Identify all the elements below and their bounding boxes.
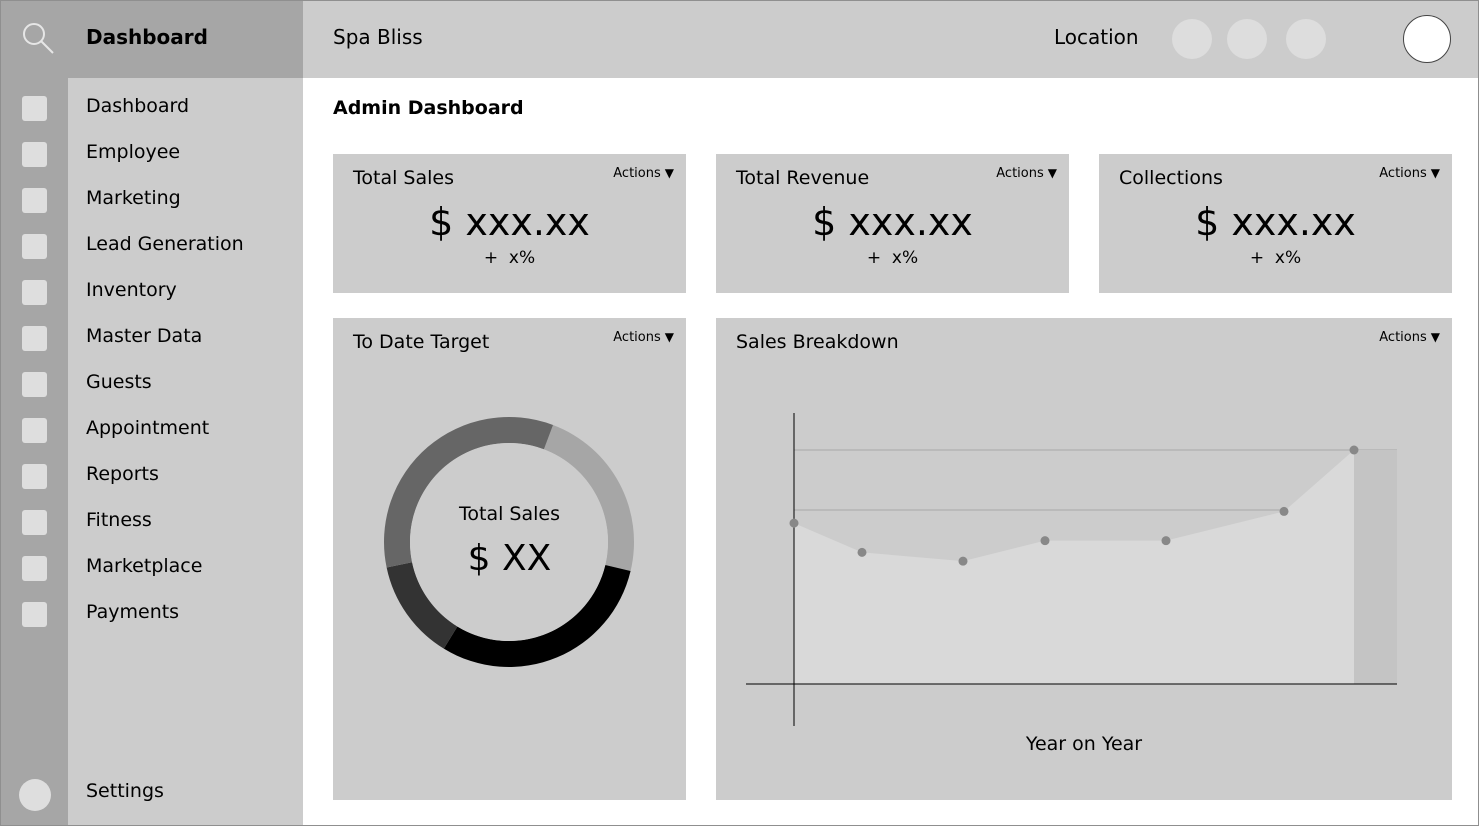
page-title: Admin Dashboard	[333, 97, 524, 119]
kpi-change: + x%	[1249, 248, 1302, 268]
to-date-target-card: To Date Target Actions ▼ Total Sales $ XX	[333, 318, 686, 800]
sidebar-item-label: Dashboard	[86, 95, 190, 117]
header-icon-button[interactable]	[1172, 19, 1212, 59]
brand-block: Dashboard	[0, 0, 303, 78]
data-point-3	[958, 556, 968, 566]
sidebar-item-label: Settings	[86, 780, 164, 802]
kpi-value: $ xxx.xx	[1195, 200, 1356, 244]
nav-checkbox-icon	[22, 372, 47, 397]
sales-breakdown-card: Sales Breakdown Actions ▼ Year on Year	[716, 318, 1452, 800]
sidebar-item-appointment[interactable]: Appointment	[0, 409, 303, 455]
area-series	[794, 450, 1354, 684]
header-icon-button[interactable]	[1286, 19, 1326, 59]
caret-down-icon: ▼	[664, 166, 674, 180]
nav-checkbox-icon	[22, 418, 47, 443]
caret-down-icon: ▼	[664, 330, 674, 344]
kpi-value: $ xxx.xx	[429, 200, 590, 244]
sidebar-item-employee[interactable]: Employee	[0, 133, 303, 179]
sidebar-item-label: Guests	[86, 371, 152, 393]
nav-checkbox-icon	[22, 602, 47, 627]
data-point-5	[1161, 536, 1171, 546]
avatar[interactable]	[1403, 15, 1451, 63]
header-icon-button[interactable]	[1227, 19, 1267, 59]
sidebar-item-label: Fitness	[86, 509, 152, 531]
nav-checkbox-icon	[22, 280, 47, 305]
top-header: Spa Bliss Location	[303, 0, 1479, 78]
app-name: Spa Bliss	[333, 25, 423, 49]
nav-checkbox-icon	[22, 234, 47, 259]
brand-title: Dashboard	[86, 25, 208, 49]
location-selector[interactable]: Location	[1054, 25, 1139, 49]
nav-checkbox-icon	[22, 556, 47, 581]
sidebar-item-lead-generation[interactable]: Lead Generation	[0, 225, 303, 271]
nav-checkbox-icon	[22, 464, 47, 489]
data-point-4	[1040, 536, 1050, 546]
sidebar-item-label: Reports	[86, 463, 159, 485]
settings-icon	[19, 779, 51, 811]
sidebar-item-marketing[interactable]: Marketing	[0, 179, 303, 225]
actions-label: Actions	[996, 166, 1044, 181]
kpi-card-total-sales: Total Sales Actions ▼ $ xxx.xx + x%	[333, 154, 686, 293]
sidebar-item-label: Payments	[86, 601, 180, 623]
sidebar-item-dashboard[interactable]: Dashboard	[0, 87, 303, 133]
nav-checkbox-icon	[22, 188, 47, 213]
x-axis-label: Year on Year	[1025, 733, 1143, 755]
actions-dropdown[interactable]: Actions ▼	[996, 166, 1057, 181]
sidebar-item-label: Inventory	[86, 279, 177, 301]
kpi-card-total-revenue: Total Revenue Actions ▼ $ xxx.xx + x%	[716, 154, 1069, 293]
data-point-6	[1279, 506, 1289, 516]
actions-dropdown[interactable]: Actions ▼	[613, 330, 674, 345]
kpi-value: $ xxx.xx	[812, 200, 973, 244]
area-chart-svg	[746, 413, 1397, 726]
caret-down-icon: ▼	[1430, 166, 1440, 180]
sidebar-item-label: Master Data	[86, 325, 203, 347]
sidebar-item-inventory[interactable]: Inventory	[0, 271, 303, 317]
donut-center-label: Total Sales	[459, 503, 560, 525]
sidebar-item-guests[interactable]: Guests	[0, 363, 303, 409]
actions-dropdown[interactable]: Actions ▼	[1379, 166, 1440, 181]
kpi-change: + x%	[866, 248, 919, 268]
sidebar-item-fitness[interactable]: Fitness	[0, 501, 303, 547]
actions-label: Actions	[613, 330, 661, 345]
nav-checkbox-icon	[22, 510, 47, 535]
data-point-2	[857, 547, 867, 557]
caret-down-icon: ▼	[1047, 166, 1057, 180]
kpi-change: + x%	[483, 248, 536, 268]
donut-center-value: $ XX	[467, 538, 552, 579]
card-title: Collections	[1119, 167, 1223, 189]
actions-label: Actions	[613, 166, 661, 181]
sidebar-item-label: Lead Generation	[86, 233, 244, 255]
actions-label: Actions	[1379, 166, 1427, 181]
sidebar-item-label: Appointment	[86, 417, 210, 439]
sidebar-item-label: Marketing	[86, 187, 181, 209]
card-title: Total Sales	[353, 167, 454, 189]
card-title: To Date Target	[353, 331, 490, 353]
sidebar-item-marketplace[interactable]: Marketplace	[0, 547, 303, 593]
data-point-7	[1349, 445, 1359, 455]
area-tail-shade	[1354, 450, 1397, 684]
sidebar-item-label: Employee	[86, 141, 181, 163]
sidebar-item-reports[interactable]: Reports	[0, 455, 303, 501]
kpi-card-collections: Collections Actions ▼ $ xxx.xx + x%	[1099, 154, 1452, 293]
search-icon[interactable]	[20, 20, 56, 56]
sidebar-item-master-data[interactable]: Master Data	[0, 317, 303, 363]
nav-checkbox-icon	[22, 142, 47, 167]
actions-dropdown[interactable]: Actions ▼	[613, 166, 674, 181]
nav-checkbox-icon	[22, 96, 47, 121]
sidebar-item-label: Marketplace	[86, 555, 203, 577]
sidebar-item-payments[interactable]: Payments	[0, 593, 303, 639]
nav-checkbox-icon	[22, 326, 47, 351]
data-point-1	[789, 518, 799, 528]
sidebar-item-settings[interactable]: Settings	[0, 772, 303, 818]
card-title: Total Revenue	[736, 167, 870, 189]
